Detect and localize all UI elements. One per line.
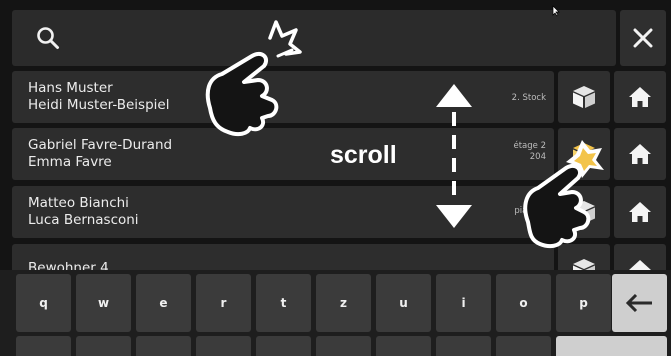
key-o[interactable]: o <box>496 274 551 332</box>
home-icon <box>629 202 651 222</box>
key-p[interactable]: p <box>556 274 611 332</box>
keyboard-key[interactable] <box>316 336 371 356</box>
scroll-instruction-label: scroll <box>330 141 397 169</box>
backspace-arrow-icon <box>625 293 652 313</box>
home-button[interactable] <box>614 186 666 238</box>
keyboard-key[interactable] <box>436 336 491 356</box>
resident-row[interactable]: Gabriel Favre-Durand Emma Favre étage 22… <box>12 128 554 180</box>
home-icon <box>629 87 651 107</box>
resident-name-1: Matteo Bianchi <box>28 195 129 211</box>
search-bar[interactable] <box>12 10 616 66</box>
keyboard-key[interactable] <box>76 336 131 356</box>
close-button[interactable] <box>620 10 666 66</box>
floor-label: 2. Stock <box>511 93 546 103</box>
package-button[interactable] <box>558 71 610 123</box>
resident-name-1: Gabriel Favre-Durand <box>28 137 173 153</box>
resident-row[interactable]: Hans Muster Heidi Muster-Beispiel 2. Sto… <box>12 71 554 123</box>
mouse-cursor-icon <box>552 5 560 17</box>
on-screen-keyboard: q w e r t z u i o p <box>0 270 671 356</box>
key-u[interactable]: u <box>376 274 431 332</box>
resident-name-2: Luca Bernasconi <box>28 212 139 228</box>
key-q[interactable]: q <box>16 274 71 332</box>
keyboard-key[interactable] <box>136 336 191 356</box>
keyboard-key[interactable] <box>496 336 551 356</box>
key-r[interactable]: r <box>196 274 251 332</box>
keyboard-key[interactable] <box>196 336 251 356</box>
resident-name-2: Heidi Muster-Beispiel <box>28 97 170 113</box>
key-e[interactable]: e <box>136 274 191 332</box>
home-button[interactable] <box>614 71 666 123</box>
floor-label: étage 2 204 <box>513 141 546 162</box>
package-button[interactable] <box>558 128 610 180</box>
keyboard-key[interactable] <box>376 336 431 356</box>
key-t[interactable]: t <box>256 274 311 332</box>
backspace-key[interactable] <box>612 274 667 332</box>
keyboard-key[interactable] <box>556 336 667 356</box>
home-button[interactable] <box>614 128 666 180</box>
search-icon <box>36 26 60 54</box>
close-icon <box>633 28 653 48</box>
key-w[interactable]: w <box>76 274 131 332</box>
package-icon <box>573 86 595 108</box>
package-button[interactable] <box>558 186 610 238</box>
package-icon <box>573 201 595 223</box>
resident-name-2: Emma Favre <box>28 154 112 170</box>
keyboard-key[interactable] <box>256 336 311 356</box>
key-i[interactable]: i <box>436 274 491 332</box>
floor-label: piano 3 <box>514 206 546 216</box>
keyboard-key[interactable] <box>16 336 71 356</box>
key-z[interactable]: z <box>316 274 371 332</box>
home-icon <box>629 144 651 164</box>
resident-name-1: Hans Muster <box>28 80 113 96</box>
resident-row[interactable]: Matteo Bianchi Luca Bernasconi piano 3 <box>12 186 554 238</box>
package-icon <box>573 143 595 165</box>
